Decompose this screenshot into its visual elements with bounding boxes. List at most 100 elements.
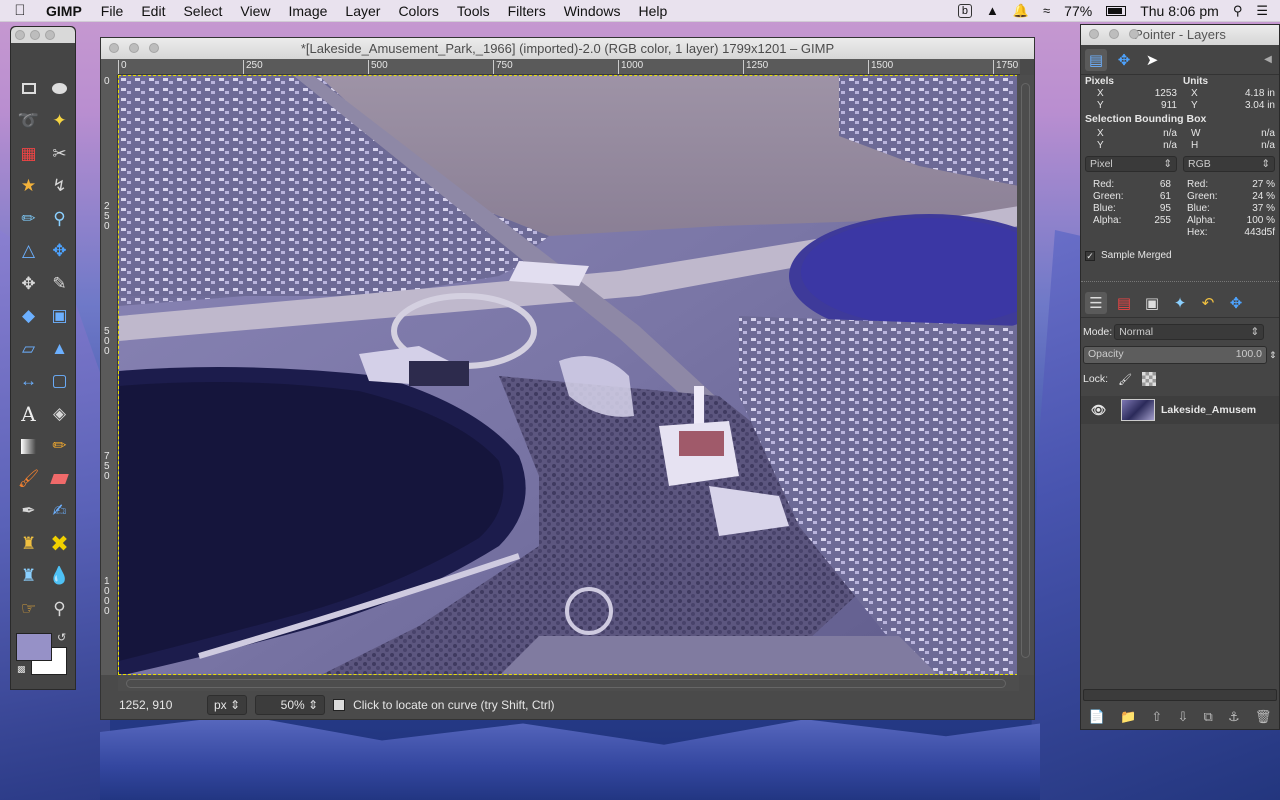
heal-tool-icon[interactable]: ✖: [44, 528, 75, 560]
zoom-icon[interactable]: [45, 30, 55, 40]
minimize-icon[interactable]: [1109, 29, 1119, 39]
paths-tool-icon[interactable]: ↯: [44, 171, 75, 203]
chevron-updown-icon[interactable]: ⇕: [1269, 350, 1277, 361]
free-select-tool-icon[interactable]: ➰: [13, 106, 44, 138]
ink-tool-icon[interactable]: ✍: [44, 496, 75, 528]
quick-mask-corner[interactable]: [101, 59, 118, 75]
tab-channels-icon[interactable]: ▤: [1113, 292, 1135, 314]
close-icon[interactable]: [1089, 29, 1099, 39]
zoom-icon[interactable]: [1129, 29, 1139, 39]
menu-filters[interactable]: Filters: [499, 3, 555, 19]
menu-file[interactable]: File: [92, 3, 133, 19]
opacity-slider[interactable]: Opacity 100.0: [1083, 346, 1267, 364]
layers-horizontal-scrollbar[interactable]: [1083, 689, 1277, 701]
tab-pointer-icon[interactable]: ✥: [1113, 49, 1135, 71]
color-picker-tool-icon[interactable]: ✏: [13, 203, 44, 235]
measure-tool-icon[interactable]: △: [13, 236, 44, 268]
select-by-color-tool-icon[interactable]: ▦: [13, 138, 44, 170]
color-mode-select[interactable]: RGB ⇕: [1183, 156, 1275, 172]
perspective-clone-tool-icon[interactable]: ♜: [13, 561, 44, 593]
lower-layer-icon[interactable]: ⇩: [1177, 709, 1188, 725]
tab-histogram-icon[interactable]: ▤: [1085, 48, 1107, 71]
notification-bell-icon[interactable]: 🔔: [1013, 3, 1029, 19]
notification-center-icon[interactable]: ☰: [1256, 3, 1268, 19]
blur-tool-icon[interactable]: 💧: [44, 561, 75, 593]
crop-tool-icon[interactable]: ✎: [44, 268, 75, 300]
new-layer-group-icon[interactable]: 📁: [1120, 709, 1136, 725]
menu-tools[interactable]: Tools: [448, 3, 499, 19]
paintbrush-tool-icon[interactable]: 🖌: [13, 463, 44, 495]
foreground-select-tool-icon[interactable]: ★: [13, 171, 44, 203]
tab-brushes-icon[interactable]: ✦: [1169, 292, 1191, 314]
duplicate-layer-icon[interactable]: ⧉: [1204, 709, 1213, 725]
menu-help[interactable]: Help: [630, 3, 677, 19]
vertical-scrollbar[interactable]: [1017, 75, 1034, 675]
rect-select-tool-icon[interactable]: [13, 73, 44, 105]
layer-row[interactable]: 👁 Lakeside_Amusem: [1081, 396, 1279, 424]
menu-image[interactable]: Image: [279, 3, 336, 19]
align-tool-icon[interactable]: ✥: [13, 268, 44, 300]
foreground-color-swatch[interactable]: [16, 632, 52, 661]
ellipse-select-tool-icon[interactable]: [44, 73, 75, 105]
menu-view[interactable]: View: [231, 3, 279, 19]
lock-alpha-checker-icon[interactable]: [1142, 372, 1157, 386]
menu-windows[interactable]: Windows: [555, 3, 630, 19]
pixel-mode-select[interactable]: Pixel ⇕: [1085, 156, 1177, 172]
clock[interactable]: Thu 8:06 pm: [1140, 3, 1219, 19]
raise-layer-icon[interactable]: ⇧: [1151, 709, 1162, 725]
delete-layer-icon[interactable]: 🗑: [1255, 709, 1272, 725]
menu-edit[interactable]: Edit: [132, 3, 174, 19]
spotlight-search-icon[interactable]: ⚲: [1233, 3, 1243, 19]
drive-icon[interactable]: ▲: [986, 3, 999, 18]
layer-mode-select[interactable]: Normal ⇕: [1114, 324, 1265, 340]
smudge-tool-icon[interactable]: ☞: [13, 593, 44, 625]
swap-colors-icon[interactable]: ↺: [57, 631, 66, 644]
cage-transform-tool-icon[interactable]: ▢: [44, 366, 75, 398]
zoom-select[interactable]: 50% ⇕: [255, 695, 326, 715]
visibility-eye-icon[interactable]: 👁: [1091, 403, 1115, 417]
anchor-layer-icon[interactable]: ⚓: [1228, 709, 1240, 725]
menu-select[interactable]: Select: [174, 3, 231, 19]
dock-menu-icon[interactable]: ◀: [1257, 49, 1279, 71]
menu-layer[interactable]: Layer: [336, 3, 389, 19]
unit-select[interactable]: px ⇕: [207, 695, 248, 715]
clone-tool-icon[interactable]: ♜: [13, 528, 44, 560]
battery-percent[interactable]: 77%: [1064, 3, 1092, 19]
tab-paths-icon[interactable]: ▣: [1141, 292, 1163, 314]
default-colors-icon[interactable]: ▩: [17, 664, 26, 675]
scissors-tool-icon[interactable]: ✂: [44, 138, 75, 170]
battery-icon[interactable]: [1106, 5, 1127, 16]
tab-undo-icon[interactable]: ↶: [1197, 292, 1219, 314]
horizontal-scrollbar[interactable]: [118, 675, 1019, 692]
tab-move-icon[interactable]: ✥: [1225, 292, 1247, 314]
new-layer-icon[interactable]: 📄: [1089, 709, 1105, 725]
pencil-tool-icon[interactable]: ✏: [44, 431, 75, 463]
close-icon[interactable]: [15, 30, 25, 40]
fuzzy-select-tool-icon[interactable]: ✦: [44, 106, 75, 138]
cancel-checkbox-icon[interactable]: [333, 699, 346, 711]
scale-tool-icon[interactable]: ▣: [44, 301, 75, 333]
close-icon[interactable]: [109, 43, 119, 53]
apple-icon[interactable]: : [0, 2, 40, 19]
minimize-icon[interactable]: [129, 43, 139, 53]
horizontal-ruler[interactable]: 0 250 500 750 1000 1250 1500 1750: [118, 59, 1020, 75]
dodge-burn-tool-icon[interactable]: ⚲: [44, 593, 75, 625]
zoom-tool-icon[interactable]: ⚲: [44, 203, 75, 235]
sample-merged-checkbox[interactable]: ✓: [1085, 250, 1095, 261]
shear-tool-icon[interactable]: ▱: [13, 333, 44, 365]
blend-tool-icon[interactable]: [13, 431, 44, 463]
perspective-tool-icon[interactable]: ▲: [44, 333, 75, 365]
b-status-icon[interactable]: b: [957, 3, 972, 18]
lock-pixels-brush-icon[interactable]: 🖌: [1118, 373, 1132, 386]
wifi-icon[interactable]: ≈: [1043, 3, 1050, 18]
minimize-icon[interactable]: [30, 30, 40, 40]
text-tool-icon[interactable]: A: [13, 398, 44, 430]
airbrush-tool-icon[interactable]: ✒: [13, 496, 44, 528]
menu-colors[interactable]: Colors: [389, 3, 447, 19]
flip-tool-icon[interactable]: ↔: [13, 366, 44, 398]
zoom-icon[interactable]: [149, 43, 159, 53]
app-menu-gimp[interactable]: GIMP: [40, 3, 92, 19]
bucket-fill-tool-icon[interactable]: ◈: [44, 398, 75, 430]
move-tool-icon[interactable]: ✥: [44, 236, 75, 268]
tab-layers-icon[interactable]: ☰: [1085, 291, 1107, 314]
